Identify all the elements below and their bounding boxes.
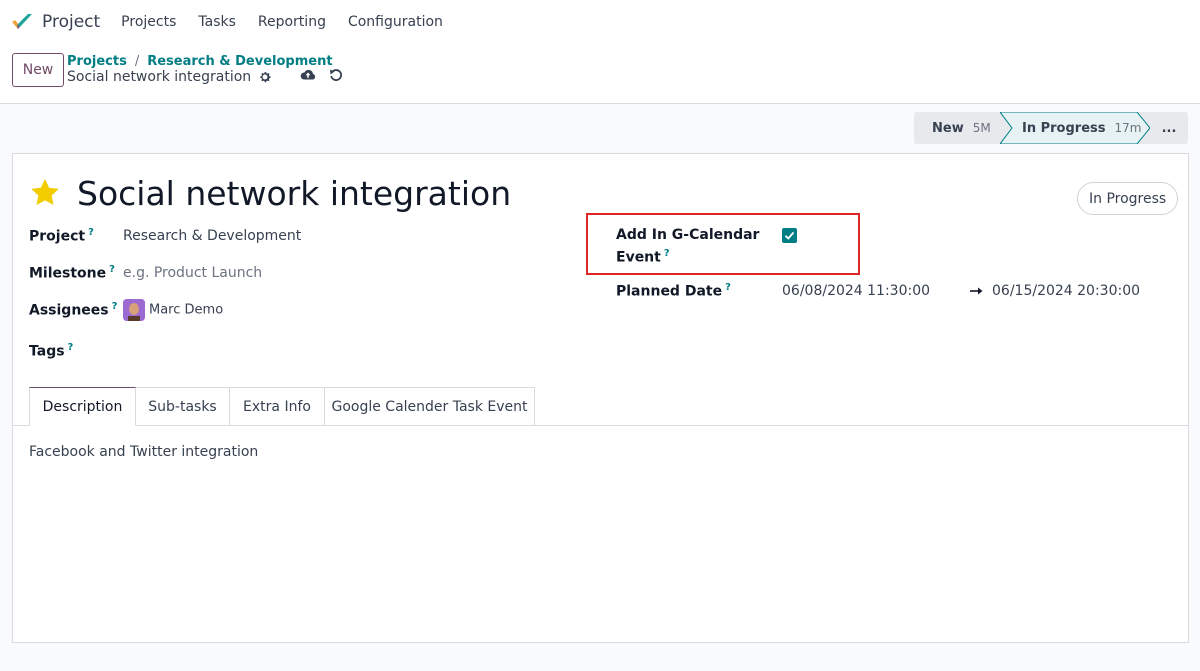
help-tooltip-icon[interactable]: ? bbox=[112, 301, 118, 312]
app-name: Project bbox=[42, 12, 101, 32]
project-field-value[interactable]: Research & Development bbox=[123, 228, 301, 244]
gcal-label-line1: Add In G-Calendar bbox=[616, 227, 760, 243]
stage-new-duration: 5M bbox=[972, 121, 991, 135]
project-logo-icon bbox=[12, 14, 32, 29]
help-tooltip-icon[interactable]: ? bbox=[68, 342, 74, 353]
help-tooltip-icon[interactable]: ? bbox=[664, 248, 670, 259]
description-content[interactable]: Facebook and Twitter integration bbox=[29, 444, 258, 460]
help-tooltip-icon[interactable]: ? bbox=[109, 264, 115, 275]
save-cloud-icon[interactable] bbox=[300, 68, 316, 82]
notebook-tabs: Description Sub-tasks Extra Info Google … bbox=[29, 387, 535, 426]
breadcrumb-projects[interactable]: Projects bbox=[67, 54, 127, 69]
planned-date-field-label: Planned Date? bbox=[616, 282, 731, 300]
project-label-text: Project bbox=[29, 228, 86, 245]
stage-in-progress-label: In Progress bbox=[1022, 120, 1106, 136]
menu-tasks[interactable]: Tasks bbox=[187, 14, 247, 30]
current-record-name: Social network integration bbox=[67, 69, 252, 85]
breadcrumb: Projects / Research & Development bbox=[67, 54, 333, 69]
app-brand[interactable]: Project bbox=[10, 12, 110, 32]
planned-date-label-text: Planned Date bbox=[616, 283, 723, 300]
new-button[interactable]: New bbox=[12, 53, 64, 87]
menu-projects[interactable]: Projects bbox=[110, 14, 187, 30]
milestone-field-label: Milestone? bbox=[29, 264, 115, 282]
gcal-label-line2: Event bbox=[616, 249, 661, 266]
breadcrumb-current: Social network integration bbox=[67, 69, 272, 85]
assignee-tag[interactable]: Marc Demo bbox=[123, 299, 223, 321]
gear-icon[interactable] bbox=[258, 70, 272, 84]
star-priority-icon[interactable] bbox=[29, 177, 61, 209]
assignees-field-label: Assignees? bbox=[29, 301, 117, 319]
tab-description[interactable]: Description bbox=[29, 387, 136, 426]
stage-statusbar: New 5M In Progress 17m ... bbox=[914, 112, 1188, 144]
discard-undo-icon[interactable] bbox=[329, 68, 343, 82]
milestone-label-text: Milestone bbox=[29, 265, 107, 282]
tags-field-label: Tags? bbox=[29, 342, 73, 360]
menu-configuration[interactable]: Configuration bbox=[337, 14, 454, 30]
breadcrumb-separator: / bbox=[134, 54, 140, 69]
checkmark-icon bbox=[784, 231, 795, 240]
stage-new-label: New bbox=[932, 120, 964, 136]
control-panel: New Projects / Research & Development So… bbox=[0, 44, 1200, 104]
assignees-label-text: Assignees bbox=[29, 302, 109, 319]
gcal-field-label: Add In G-Calendar bbox=[616, 227, 759, 243]
stage-new[interactable]: New 5M bbox=[914, 112, 1000, 144]
menu-reporting[interactable]: Reporting bbox=[247, 14, 337, 30]
stage-in-progress-duration: 17m bbox=[1114, 121, 1142, 135]
project-field-label: Project? bbox=[29, 227, 94, 245]
tab-extra-info[interactable]: Extra Info bbox=[230, 387, 325, 426]
assignee-name: Marc Demo bbox=[149, 302, 224, 318]
task-title[interactable]: Social network integration bbox=[77, 174, 511, 213]
gcal-checkbox[interactable] bbox=[782, 228, 797, 243]
user-avatar-icon bbox=[123, 299, 145, 321]
planned-date-start[interactable]: 06/08/2024 11:30:00 bbox=[782, 283, 930, 299]
top-navbar: Project Projects Tasks Reporting Configu… bbox=[0, 0, 1200, 44]
help-tooltip-icon[interactable]: ? bbox=[88, 227, 94, 238]
tab-google-calender-task-event[interactable]: Google Calender Task Event bbox=[325, 387, 535, 426]
form-sheet: Social network integration In Progress P… bbox=[12, 153, 1189, 643]
arrow-right-icon bbox=[970, 287, 983, 295]
stage-more-button[interactable]: ... bbox=[1150, 112, 1188, 144]
status-badge[interactable]: In Progress bbox=[1077, 182, 1179, 215]
help-tooltip-icon[interactable]: ? bbox=[725, 282, 731, 293]
highlight-box bbox=[586, 213, 860, 275]
tags-label-text: Tags bbox=[29, 343, 65, 360]
milestone-input[interactable]: e.g. Product Launch bbox=[123, 265, 262, 281]
gcal-field-label-line2: Event? bbox=[616, 248, 670, 266]
avatar bbox=[123, 299, 145, 321]
tab-sub-tasks[interactable]: Sub-tasks bbox=[136, 387, 230, 426]
stage-in-progress[interactable]: In Progress 17m bbox=[1000, 112, 1150, 144]
planned-date-end[interactable]: 06/15/2024 20:30:00 bbox=[992, 283, 1140, 299]
breadcrumb-project[interactable]: Research & Development bbox=[147, 54, 332, 69]
